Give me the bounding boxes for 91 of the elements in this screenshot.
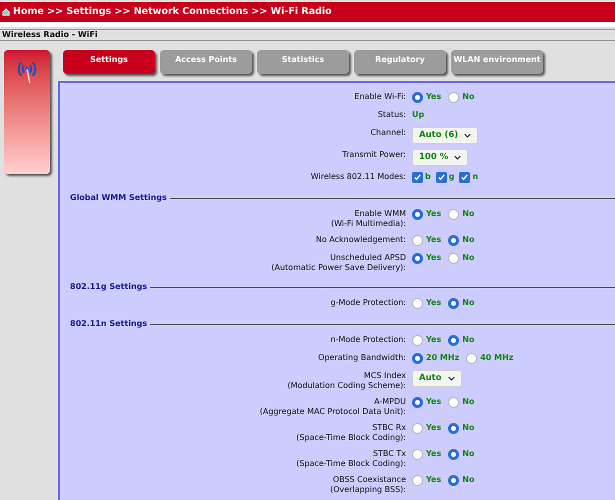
section-title: Global WMM Settings: [70, 192, 167, 204]
option-label: Yes: [426, 208, 442, 220]
field-sublabel: (Space-Time Block Coding):: [296, 459, 406, 469]
option-label: No: [462, 91, 474, 103]
option-label: No: [462, 234, 474, 246]
radio-button[interactable]: [448, 474, 460, 486]
option-label: No: [462, 474, 474, 486]
option-label: No: [462, 422, 474, 434]
field-sublabel: (Modulation Coding Scheme):: [287, 381, 406, 391]
field-label: Enable Wi-Fi:: [354, 92, 406, 102]
radio-button[interactable]: [412, 352, 423, 364]
radio-button[interactable]: [412, 208, 423, 220]
radio-button[interactable]: [412, 252, 423, 264]
option-label: 40 MHz: [480, 352, 514, 364]
field-label: Operating Bandwidth:: [318, 353, 406, 363]
option-label: No: [462, 208, 474, 220]
status-value: Up: [412, 109, 424, 121]
radio-button[interactable]: [448, 92, 460, 102]
option-label: Yes: [426, 448, 442, 460]
field-label: OBSS Coexistance: [332, 475, 406, 485]
radio-button[interactable]: [466, 352, 478, 364]
option-label: b: [425, 171, 431, 183]
field-label: Channel:: [370, 128, 406, 138]
option-label: No: [462, 297, 474, 309]
option-label: Yes: [426, 422, 442, 434]
radio-button[interactable]: [448, 208, 460, 220]
field-label: Wireless 802.11 Modes:: [310, 172, 406, 182]
field-label: STBC Rx: [372, 423, 406, 433]
field-label: MCS Index: [364, 371, 406, 381]
tab[interactable]: Access Points: [160, 50, 252, 74]
checkbox[interactable]: [459, 172, 470, 182]
option-label: No: [462, 334, 474, 346]
radio-button[interactable]: [412, 234, 423, 246]
option-label: n: [472, 171, 478, 183]
field-label: Status:: [378, 110, 406, 120]
tab[interactable]: Settings: [63, 50, 155, 74]
radio-button[interactable]: [448, 448, 460, 460]
radio-button[interactable]: [448, 234, 460, 246]
field-label: No Acknowledgement:: [316, 235, 406, 245]
option-label: Yes: [426, 334, 442, 346]
radio-button[interactable]: [412, 396, 423, 408]
field-label: A-MPDU: [374, 397, 406, 407]
section-title: 802.11n Settings: [70, 318, 148, 330]
field-label: g-Mode Protection:: [330, 298, 406, 308]
option-label: Yes: [426, 91, 442, 103]
radio-button[interactable]: [412, 298, 423, 308]
option-label: g: [448, 171, 454, 183]
field-label: Unscheduled APSD: [330, 253, 406, 263]
option-label: No: [462, 396, 474, 408]
tab[interactable]: WLAN environment: [451, 50, 543, 74]
dropdown[interactable]: Auto: [412, 370, 462, 387]
field-label: STBC Tx: [372, 449, 406, 459]
radio-button[interactable]: [412, 334, 423, 346]
option-label: Yes: [426, 252, 442, 264]
option-label: No: [462, 252, 474, 264]
field-label: Enable WMM: [354, 209, 406, 219]
option-label: Yes: [426, 396, 442, 408]
home-icon: [2, 8, 10, 16]
field-sublabel: (Space-Time Block Coding):: [296, 433, 406, 443]
option-label: No: [462, 448, 474, 460]
chevron-icon: [454, 154, 462, 161]
section-title: 802.11g Settings: [70, 281, 148, 293]
radio-button[interactable]: [412, 448, 423, 460]
field-sublabel: (Automatic Power Save Delivery):: [271, 263, 406, 273]
field-sublabel: (Wi-Fi Multimedia):: [330, 219, 406, 229]
radio-button[interactable]: [448, 396, 460, 408]
breadcrumb: Home >> Settings >> Network Connections >> Wi-Fi Radio: [13, 4, 332, 19]
radio-button[interactable]: [412, 92, 423, 102]
radio-button[interactable]: [448, 298, 460, 308]
dropdown[interactable]: Auto (6): [412, 127, 478, 144]
field-sublabel: (Overlapping BSS):: [330, 485, 406, 495]
field-label: Transmit Power:: [342, 150, 406, 160]
dropdown[interactable]: 100 %: [412, 149, 468, 166]
radio-button[interactable]: [412, 422, 423, 434]
option-label: Yes: [426, 297, 442, 309]
checkbox[interactable]: [436, 172, 447, 182]
radio-button[interactable]: [448, 422, 460, 434]
option-label: 20 MHz: [426, 352, 460, 364]
tab[interactable]: Regulatory: [354, 50, 446, 74]
page-title: Wireless Radio - WiFi: [2, 29, 98, 41]
radio-button[interactable]: [448, 334, 460, 346]
radio-button[interactable]: [448, 252, 460, 264]
radio-button[interactable]: [412, 474, 423, 486]
chevron-icon: [448, 375, 455, 382]
field-sublabel: (Aggregate MAC Protocol Data Unit):: [260, 407, 406, 417]
checkbox[interactable]: [412, 172, 423, 182]
field-label: n-Mode Protection:: [330, 335, 406, 345]
tab[interactable]: Statistics: [257, 50, 349, 74]
chevron-icon: [464, 132, 472, 139]
option-label: Yes: [426, 474, 442, 486]
option-label: Yes: [426, 234, 442, 246]
